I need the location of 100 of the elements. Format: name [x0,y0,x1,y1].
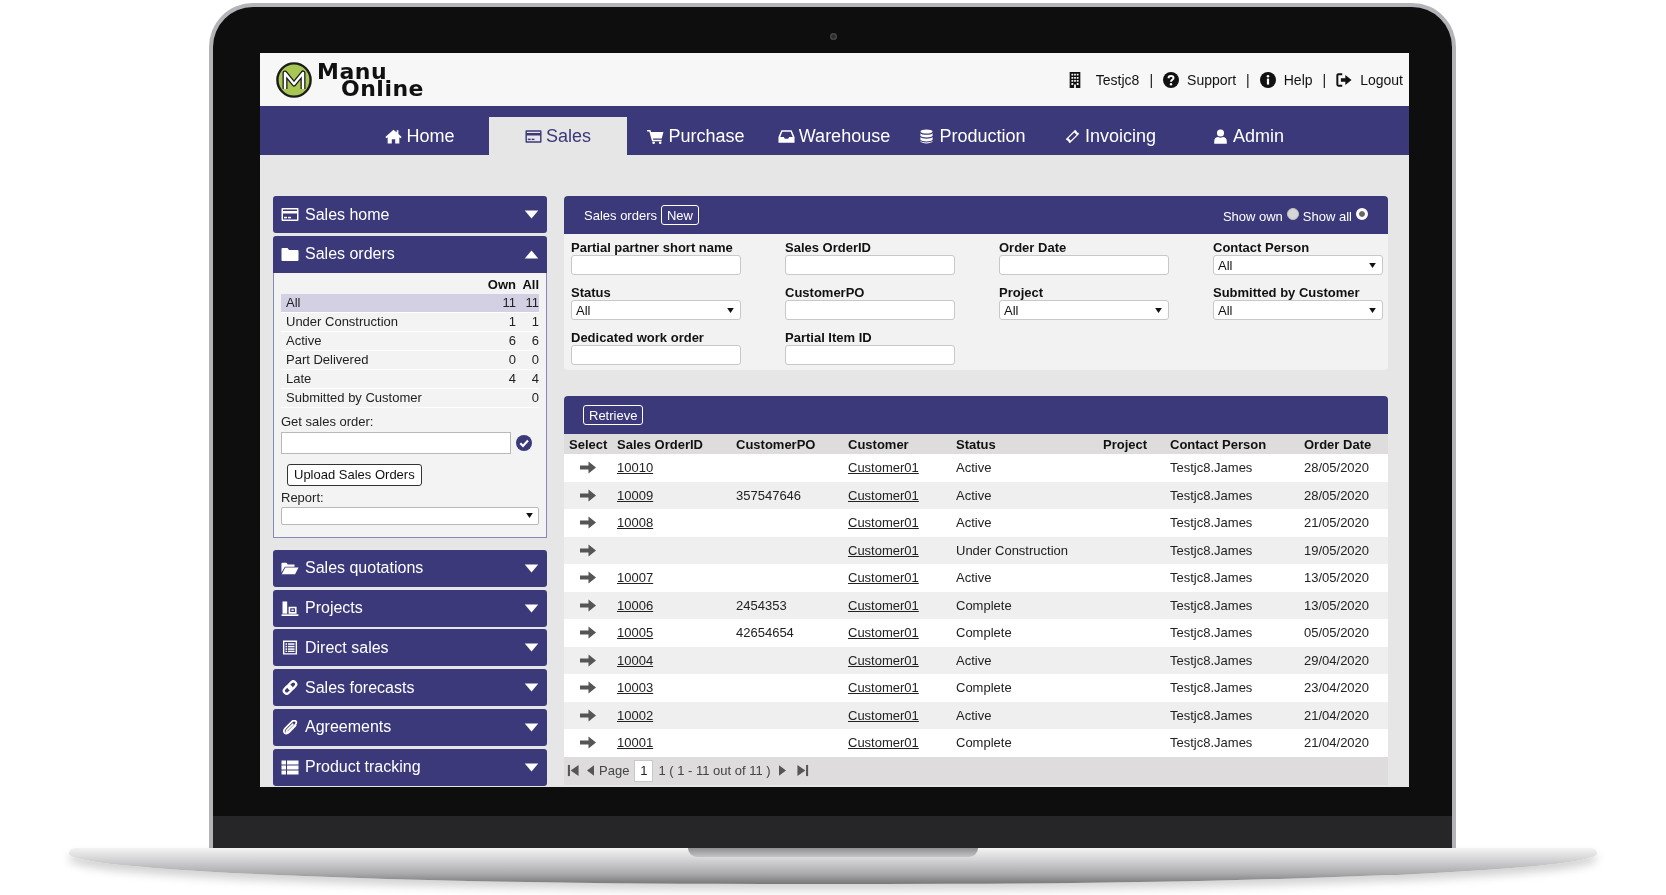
order-link[interactable]: 10005 [617,625,654,641]
order-link[interactable]: 10008 [617,515,654,531]
arrow-right-icon[interactable] [580,461,596,475]
order-link[interactable]: 10006 [617,597,654,613]
retrieve-button[interactable]: Retrieve [583,405,644,425]
customer-link[interactable]: Customer01 [848,515,919,531]
nav-tab[interactable]: Production [903,117,1041,155]
radio-button[interactable] [1286,208,1299,220]
accordion-header[interactable]: Sales quotations [273,549,547,587]
accordion-header[interactable]: Projects [273,589,547,627]
status-filter-row[interactable]: Active 6 6 [281,331,539,351]
support-link[interactable]: Support [1163,71,1237,88]
field-label: Partial Item ID [785,330,873,345]
customer-link[interactable]: Customer01 [848,652,919,668]
ticket-icon [1063,128,1081,144]
check-circle-icon[interactable] [516,434,532,451]
order-link[interactable]: 10001 [617,735,654,751]
nav-tab[interactable]: Purchase [627,117,765,155]
nav-tab[interactable]: Sales [489,117,627,155]
field-label: Submitted by Customer [1213,285,1361,300]
arrow-right-icon[interactable] [580,598,596,612]
customer-link[interactable]: Customer01 [848,680,919,696]
field-label: Get sales order: [281,413,375,430]
arrow-right-icon[interactable] [580,571,596,585]
field-label: Contact Person [1213,240,1311,255]
accordion-header[interactable]: Agreements [273,709,547,746]
link-icon [281,680,299,696]
radio-label[interactable]: Show own [1222,209,1283,224]
customer-link[interactable]: Customer01 [848,570,919,586]
field-label: Dedicated work order [571,330,705,345]
all-count: 6 [530,333,539,349]
customer-link[interactable]: Customer01 [848,597,919,613]
accordion-header[interactable]: Sales home [273,196,547,233]
dropdown-field[interactable]: All [1213,300,1383,320]
status-filter-row[interactable]: Late 4 4 [281,369,539,389]
prev-page-icon[interactable] [587,765,594,776]
text-field[interactable] [785,255,955,275]
customer-link[interactable]: Customer01 [848,707,919,723]
upload-button[interactable]: Upload Sales Orders [287,463,422,486]
arrow-right-icon[interactable] [580,488,596,502]
credit-card-icon [281,207,299,222]
arrow-right-icon[interactable] [580,653,596,667]
accordion-header[interactable]: Direct sales [273,629,547,667]
accordion-header[interactable]: Product tracking [273,748,547,786]
order-link[interactable]: 10003 [617,680,654,696]
customer-link[interactable]: Customer01 [848,542,919,558]
status-filter-row[interactable]: Under Construction 1 1 [281,312,539,332]
all-count: 4 [530,371,539,387]
order-link[interactable]: 10002 [617,707,654,723]
text-field[interactable] [785,300,955,320]
new-button[interactable]: New [661,205,699,225]
order-link[interactable]: 10004 [617,652,654,668]
arrow-right-icon[interactable] [580,708,596,722]
arrow-right-icon[interactable] [580,681,596,695]
order-number-field[interactable] [281,431,511,454]
customer-link[interactable]: Customer01 [848,735,919,751]
column-header: Own [486,277,516,293]
status-filter-row[interactable]: All 11 11 [281,293,539,313]
nav-tab[interactable]: Admin [1179,117,1317,155]
text-field[interactable] [571,345,741,365]
last-page-icon[interactable] [796,764,809,777]
arrow-right-icon[interactable] [580,626,596,640]
table-cell: 357547646 [736,487,802,503]
text-field[interactable] [571,255,741,275]
customer-link[interactable]: Customer01 [848,487,919,503]
nav-tab[interactable]: Home [351,117,489,155]
page-summary: 1 ( 1 - 11 out of 11 ) [658,763,771,778]
order-link[interactable]: 10009 [617,487,654,503]
page-input[interactable]: 1 [634,759,654,782]
company-link[interactable]: Testjc8 [1066,71,1140,88]
text-field[interactable] [999,255,1169,275]
caret-down-icon [524,603,539,613]
field-label: Report: [281,489,325,506]
customer-link[interactable]: Customer01 [848,460,919,476]
own-count: 1 [507,314,516,330]
accordion-header[interactable]: Sales forecasts [273,669,547,707]
radio-label[interactable]: Show all [1302,209,1352,224]
status-filter-row[interactable]: Part Delivered 0 0 [281,350,539,370]
order-link[interactable]: 10010 [617,460,654,476]
arrow-right-icon[interactable] [580,516,596,530]
table-cell: Complete [956,625,1012,641]
column-header: Sales OrderID [617,436,703,452]
dropdown-field[interactable]: All [999,300,1169,320]
dropdown-field[interactable]: All [1213,255,1383,275]
status-filter-row[interactable]: Submitted by Customer 0 [281,388,539,408]
nav-tab[interactable]: Warehouse [765,117,903,155]
next-page-icon[interactable] [778,765,786,776]
text-field[interactable] [785,345,955,365]
table-cell: Complete [956,680,1012,696]
dropdown-field[interactable]: All [571,300,741,320]
help-link[interactable]: Help [1259,71,1313,88]
logout-link[interactable]: Logout [1336,71,1403,88]
first-page-icon[interactable] [567,764,579,777]
arrow-right-icon[interactable] [580,543,596,557]
nav-tab[interactable]: Invoicing [1041,117,1179,155]
webcam-icon [830,33,837,40]
arrow-right-icon[interactable] [580,736,596,750]
accordion-header[interactable]: Sales orders [273,235,547,273]
customer-link[interactable]: Customer01 [848,625,919,641]
order-link[interactable]: 10007 [617,570,654,586]
